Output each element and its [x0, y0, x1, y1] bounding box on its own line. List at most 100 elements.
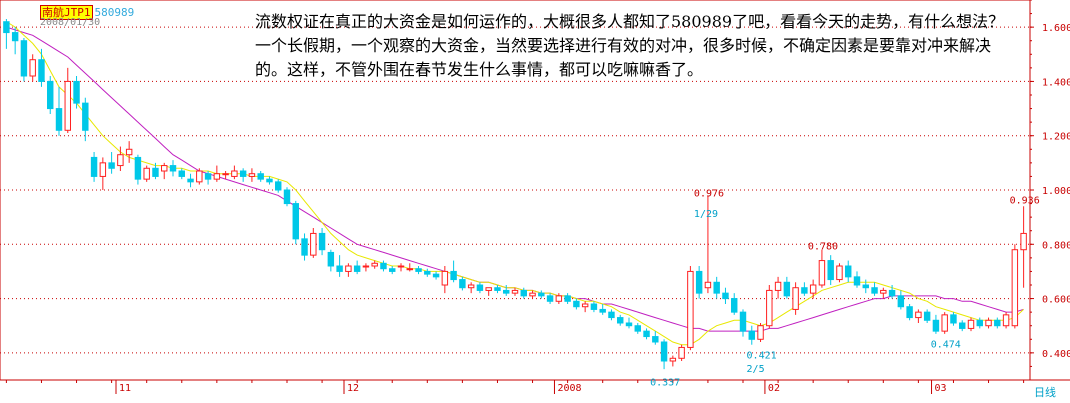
candle-down [3, 21, 10, 34]
candle-down [38, 59, 45, 82]
period-label[interactable]: 日线 [1034, 384, 1056, 400]
candle-up [161, 165, 168, 172]
y-tick-label: 0.600 [1042, 295, 1070, 306]
candle-down [415, 268, 422, 272]
candle-up [467, 284, 475, 289]
price-annotation: 2/5 [747, 364, 765, 375]
candle-down [432, 273, 440, 278]
candle-down [503, 289, 510, 294]
y-tick-label: 1.000 [1042, 186, 1070, 197]
candle-down [152, 167, 159, 177]
candle-down [169, 165, 177, 172]
candle-down [73, 80, 80, 104]
candle-up [941, 314, 948, 332]
candle-up [117, 154, 124, 167]
candle-down [476, 284, 484, 291]
candle-up [1011, 249, 1019, 327]
candle-down [90, 156, 98, 177]
candle-down [494, 287, 501, 291]
candle-down [424, 270, 431, 275]
candle-down [20, 40, 28, 77]
stock-code: 580989 [94, 6, 135, 19]
candle-down [897, 295, 905, 308]
candle-down [389, 268, 396, 272]
candle-down [380, 262, 387, 270]
candle-down [134, 156, 142, 180]
candle-up [511, 289, 519, 294]
candle-down [82, 102, 89, 131]
candle-down [923, 311, 931, 321]
candle-down [301, 238, 308, 256]
price-annotation: 0.421 [747, 350, 777, 361]
candle-up [766, 289, 773, 327]
annotation-note: 流数权证在真正的大资金是如何运作的，大概很多人都知了580989了吧，看看今天的… [255, 12, 1005, 79]
candle-up [371, 262, 378, 267]
candle-down [617, 317, 624, 324]
candle-down [108, 162, 115, 169]
candle-up [29, 59, 36, 77]
x-tick-label: 03 [935, 383, 947, 394]
price-annotation: 0.936 [1010, 196, 1040, 207]
candle-down [353, 265, 361, 272]
candle-down [275, 181, 282, 191]
candle-up [880, 289, 887, 294]
candle-down [748, 330, 755, 340]
candle-down [178, 170, 185, 177]
candle-down [652, 336, 659, 343]
candle-up [792, 287, 799, 310]
candle-up [809, 284, 817, 294]
candle-down [257, 173, 264, 180]
y-tick-label: 1.400 [1042, 77, 1070, 88]
candle-down [459, 279, 466, 289]
candle-down [871, 287, 878, 294]
candle-down [11, 32, 19, 42]
candle-up [213, 173, 221, 180]
candle-down [599, 308, 606, 313]
candle-up [362, 265, 370, 268]
candle-down [55, 108, 63, 131]
candle-up [687, 270, 694, 348]
candle-up [1002, 314, 1010, 327]
candle-down [239, 170, 247, 177]
candle-up [669, 357, 677, 362]
candle-down [625, 322, 633, 327]
candle-down [660, 341, 668, 362]
candle-down [546, 295, 554, 302]
price-annotation: 0.474 [931, 339, 961, 350]
y-tick-label: 1.600 [1042, 23, 1070, 34]
candle-up [345, 265, 352, 272]
candle-up [406, 268, 413, 271]
candle-down [783, 281, 791, 297]
candle-up [196, 170, 203, 183]
candle-up [529, 292, 536, 297]
candle-down [950, 314, 957, 324]
candle-up [99, 162, 107, 177]
candle-up [704, 281, 712, 289]
candle-up [1020, 232, 1027, 251]
candle-down [731, 298, 738, 313]
candle-up [818, 260, 826, 286]
candle-up [774, 281, 782, 291]
candle-up [836, 265, 843, 281]
candle-up [441, 270, 449, 286]
candle-down [643, 330, 650, 338]
candle-down [450, 270, 457, 281]
candle-down [932, 319, 940, 332]
candle-up [231, 170, 238, 177]
candle-down [634, 325, 641, 332]
candle-up [555, 295, 563, 302]
price-annotation: 0.337 [650, 377, 680, 388]
candle-up [143, 167, 150, 180]
candle-down [959, 322, 966, 329]
candle-down [266, 178, 273, 183]
candle-down [538, 292, 545, 297]
candle-down [47, 80, 54, 110]
y-tick-label: 0.800 [1042, 240, 1070, 251]
candle-up [915, 311, 922, 319]
candle-down [739, 311, 747, 332]
candle-down [853, 276, 861, 286]
candle-up [485, 287, 492, 291]
candle-up [310, 232, 317, 256]
x-tick-label: 11 [119, 383, 131, 394]
price-annotation: 0.780 [808, 242, 838, 253]
